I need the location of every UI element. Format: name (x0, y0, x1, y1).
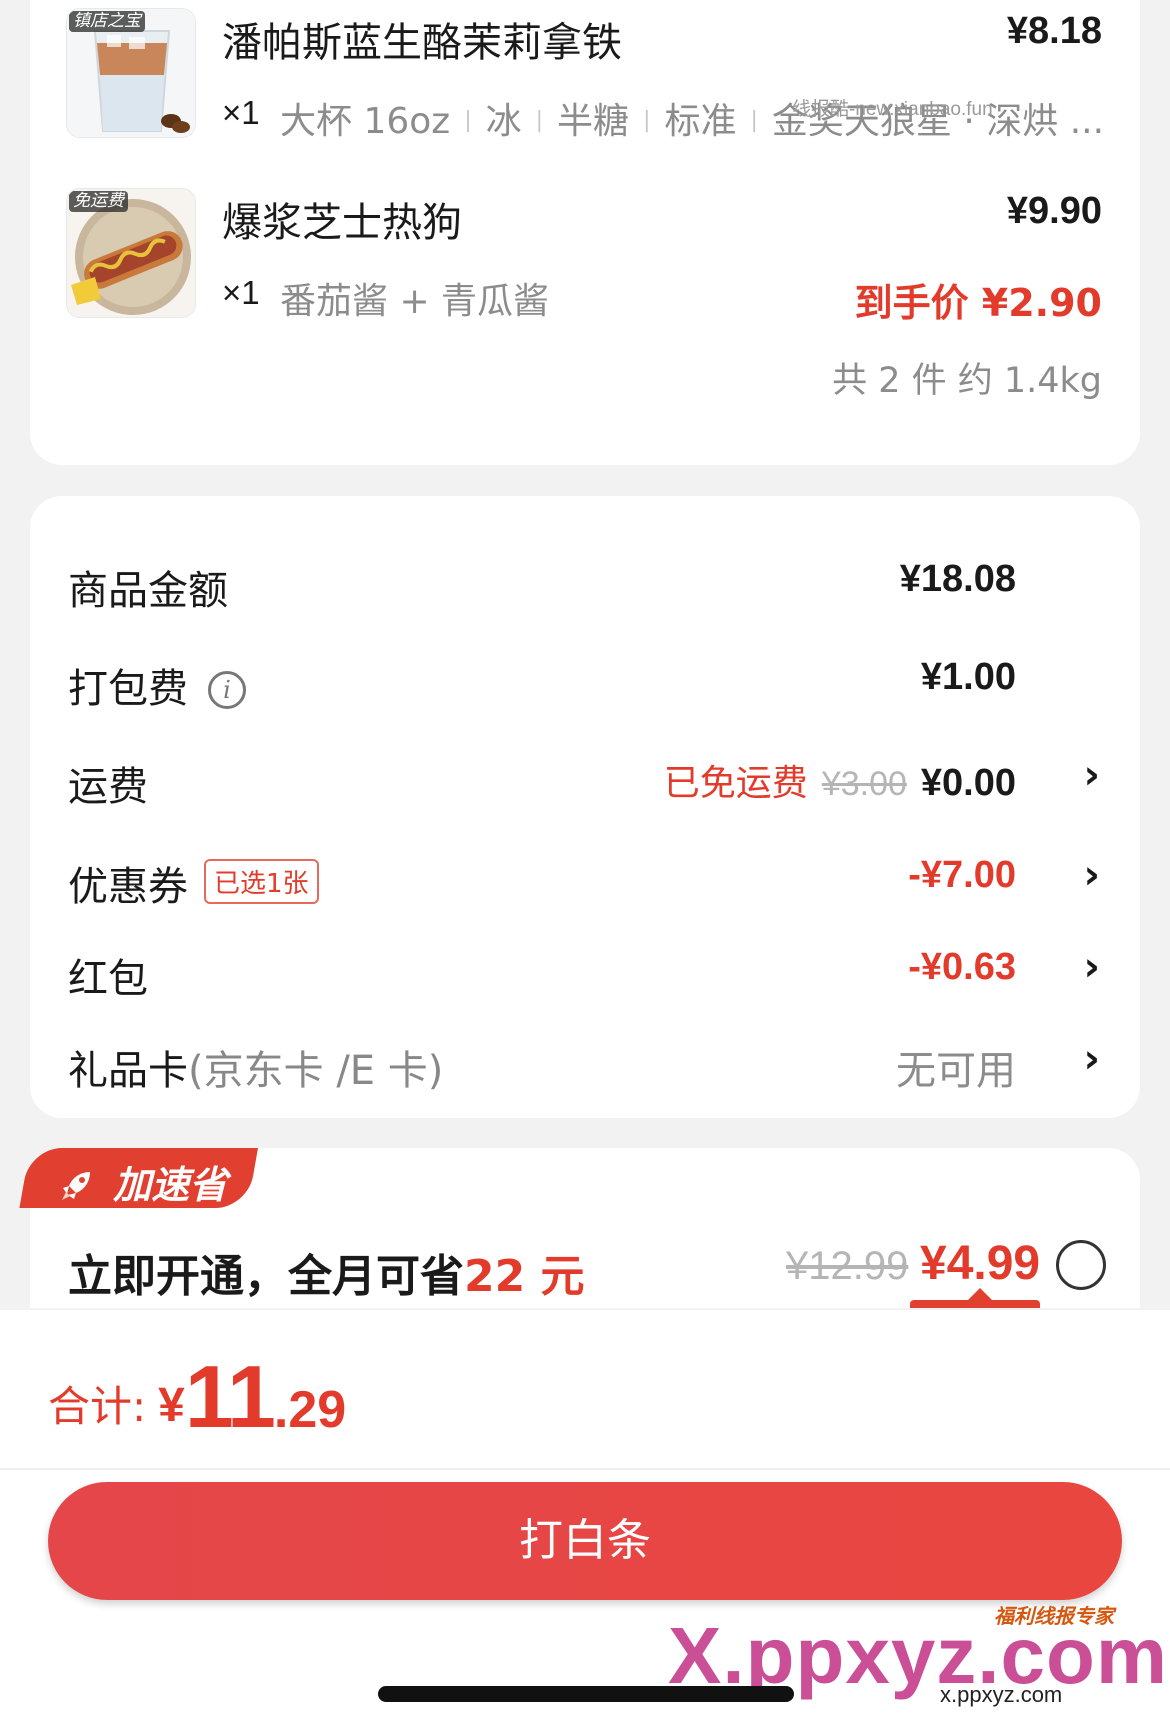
items-summary: 共 2 件 约 1.4kg (832, 361, 1102, 401)
packing-fee-row: 打包费 i ¥1.00 (30, 642, 1140, 722)
product-specs: 大杯 16oz | 冰 | 半糖 | 标准 | 金奖天狼星 · 深烘 ... (280, 101, 1105, 142)
watermark-text: 线报酷-new.xianbao.fun (792, 99, 993, 120)
packing-fee-label: 打包费 (68, 666, 188, 712)
spec-size: 大杯 16oz (280, 101, 451, 142)
divider (0, 1468, 1170, 1470)
chevron-right-icon[interactable]: › (1084, 1036, 1100, 1082)
product-quantity: ×1 (222, 274, 260, 311)
product-name: 潘帕斯蓝生酪茉莉拿铁 (222, 20, 622, 66)
packing-fee-label-wrap: 打包费 i (68, 656, 246, 714)
fee-breakdown-card: 商品金额 ¥18.08 打包费 i ¥1.00 运费 已免运费 ¥3.00 ¥0.00… (30, 496, 1140, 1118)
order-total: 合计: ¥11.29 (48, 1346, 346, 1448)
gift-card-label: 礼品卡 (68, 1048, 188, 1094)
coupon-label: 优惠券 (68, 864, 188, 910)
order-items-card: 镇店之宝 潘帕斯蓝生酪茉莉拿铁 ¥8.18 ×1 大杯 16oz | 冰 | 半糖 | 标准… (30, 0, 1140, 465)
coupon-row[interactable]: 优惠券 已选1张 -¥7.00 › (30, 840, 1140, 920)
membership-tag: 加速省 (60, 1154, 227, 1209)
membership-pitch: 立即开通，全月可省22 元 (68, 1240, 585, 1304)
product-price: ¥8.18 (1006, 10, 1102, 52)
product-name: 爆浆芝士热狗 (222, 200, 462, 246)
info-icon[interactable]: i (208, 671, 246, 709)
product-price: ¥9.90 (1006, 190, 1102, 232)
coupon-value: -¥7.00 (908, 854, 1016, 896)
final-price: 到手价 ¥2.90 (854, 281, 1102, 325)
chevron-right-icon[interactable]: › (1084, 852, 1100, 898)
shipping-fee-label: 运费 (68, 764, 148, 810)
membership-tag-label: 加速省 (113, 1163, 228, 1207)
coupon-label-wrap: 优惠券 已选1张 (68, 854, 319, 912)
gift-card-value: 无可用 (896, 1048, 1016, 1094)
spec-standard: 标准 (664, 101, 737, 142)
free-shipping-text: 已免运费 (663, 763, 808, 804)
coupon-selected-badge: 已选1张 (204, 859, 319, 904)
packing-fee-value: ¥1.00 (920, 656, 1016, 698)
goods-amount-value: ¥18.08 (899, 558, 1016, 600)
total-integer: 11 (184, 1347, 276, 1446)
total-label: 合计: (48, 1382, 147, 1431)
product-thumbnail-hotdog[interactable]: 免运费 (66, 188, 196, 318)
gift-card-label-wrap: 礼品卡(京东卡 /E 卡) (68, 1038, 443, 1096)
spec-sugar: 半糖 (557, 101, 630, 142)
chevron-right-icon[interactable]: › (1084, 752, 1100, 798)
rocket-icon (60, 1163, 107, 1207)
membership-pitch-text: 立即开通，全月可省 (68, 1251, 464, 1302)
red-packet-row[interactable]: 红包 -¥0.63 › (30, 932, 1140, 1012)
goods-amount-label: 商品金额 (68, 568, 228, 614)
home-indicator[interactable] (378, 1686, 794, 1702)
shipping-fee-value-group: 已免运费 ¥3.00 ¥0.00 (664, 754, 1016, 806)
membership-radio[interactable] (1056, 1240, 1106, 1290)
gift-card-sublabel: (京东卡 /E 卡) (188, 1048, 444, 1094)
total-decimal: .29 (273, 1381, 347, 1439)
membership-original-price: ¥12.99 (786, 1244, 909, 1288)
product-thumbnail-latte[interactable]: 镇店之宝 (66, 8, 196, 138)
watermark-url: x.ppxyz.com (940, 1682, 1063, 1707)
shipping-fee-row[interactable]: 运费 已免运费 ¥3.00 ¥0.00 › (30, 740, 1140, 820)
pay-with-baitiao-button[interactable]: 打白条 (48, 1482, 1122, 1600)
gift-card-row[interactable]: 礼品卡(京东卡 /E 卡) 无可用 › (30, 1024, 1140, 1104)
membership-upsell-card[interactable]: 加速省 立即开通，全月可省22 元 ¥12.99 ¥4.99 (19, 1148, 1140, 1308)
chevron-right-icon[interactable]: › (1084, 944, 1100, 990)
membership-savings: 22 元 (464, 1251, 585, 1302)
shipping-fee-value: ¥0.00 (920, 762, 1016, 804)
membership-pointer (910, 1288, 1040, 1308)
membership-price: ¥4.99 (920, 1237, 1041, 1290)
product-quantity: ×1 (222, 94, 260, 131)
checkout-bar: 合计: ¥11.29 打白条 福利线报专家 X.ppxyz.com x.ppxyz… (0, 1310, 1170, 1724)
product-tag: 免运费 (69, 191, 128, 212)
red-packet-value: -¥0.63 (908, 946, 1016, 988)
goods-amount-row: 商品金额 ¥18.08 (30, 544, 1140, 624)
original-shipping-fee: ¥3.00 (821, 765, 907, 803)
total-currency: ¥ (158, 1379, 185, 1432)
spec-temperature: 冰 (485, 101, 522, 142)
product-tag: 镇店之宝 (69, 11, 145, 32)
red-packet-label: 红包 (68, 956, 148, 1002)
